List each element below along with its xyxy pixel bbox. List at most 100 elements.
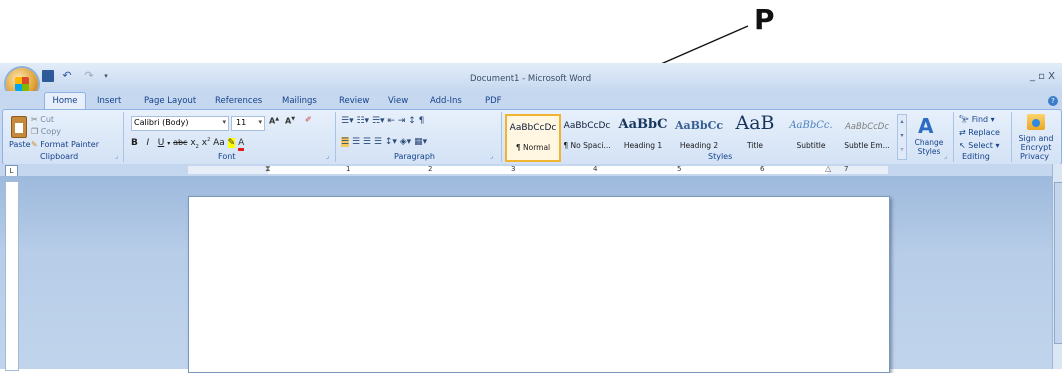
ruler-number: 5 [677,165,682,173]
numbering-icon[interactable]: ☷▾ [356,116,369,126]
vertical-scrollbar[interactable] [1052,164,1062,369]
styles-launcher-icon[interactable]: ⌟ [944,152,947,160]
change-styles-button[interactable]: A Change Styles [910,114,948,160]
styles-gallery: AaBbCcDc ¶ Normal AaBbCcDc ¶ No Spaci...… [505,112,907,162]
sort-icon[interactable]: ↕ [408,116,416,126]
shrink-font-icon[interactable]: A▼ [285,116,295,126]
style-subtitle-preview: AaBbCc. [789,120,833,131]
multilevel-list-icon[interactable]: ☴▾ [372,116,385,126]
paragraph-launcher-icon[interactable]: ⌟ [490,152,493,160]
style-title-preview: AaB [735,112,775,134]
tab-page-layout[interactable]: Page Layout [144,93,196,109]
chevron-down-icon: ▾ [258,118,262,126]
bullets-icon[interactable]: ☰▾ [341,116,354,126]
increase-indent-icon[interactable]: ⇥ [398,116,406,126]
style-heading-1-preview: AaBbC [618,117,668,132]
copy-label: Copy [40,127,62,136]
underline-icon[interactable]: U [158,138,165,148]
tab-home[interactable]: Home [44,92,86,109]
style-subtitle[interactable]: AaBbCc. Subtitle [785,114,837,158]
tab-insert[interactable]: Insert [97,93,121,109]
style-normal[interactable]: AaBbCcDc ¶ Normal [505,114,561,162]
cursor-icon: ↖ [959,141,966,150]
horizontal-ruler[interactable]: ⧗ △ 1 2 3 4 5 6 7 [188,164,888,174]
word-window: Document1 - Microsoft Word _ ▫ X ↶ ↷ ▾ H… [0,63,1062,373]
subscript-icon[interactable]: x2 [190,138,199,150]
change-case-icon[interactable]: Aa [213,138,225,148]
bold-icon[interactable]: B [131,138,138,148]
clear-formatting-icon[interactable]: ✐ [305,115,312,124]
grow-font-icon[interactable]: A▲ [269,116,279,126]
font-label: Font [218,152,236,161]
binoculars-icon: 🔭︎ [959,115,970,124]
tab-review[interactable]: Review [339,93,369,109]
replace-button[interactable]: ⇄ Replace [959,128,1000,137]
line-spacing-icon[interactable]: ↕▾ [385,137,397,147]
ruler-text-area [268,166,828,174]
paragraph-row-bottom: ☰ ☰ ☰ ☰ ↕▾ ◈▾ ▦▾ [341,137,427,147]
style-subtle-emphasis[interactable]: AaBbCcDc Subtle Em... [841,114,893,158]
style-normal-name: ¶ Normal [515,143,551,152]
pilcrow-icon[interactable]: ¶ [419,116,425,126]
find-button[interactable]: 🔭︎ Find ▾ [959,115,995,124]
font-size-select[interactable]: 11 ▾ [231,116,265,131]
align-center-icon[interactable]: ☰ [352,137,360,147]
tab-pdf[interactable]: PDF [485,93,502,109]
style-heading-1[interactable]: AaBbC Heading 1 [617,114,669,158]
superscript-icon[interactable]: x2 [202,137,211,148]
save-icon[interactable] [42,70,54,82]
italic-icon[interactable]: I [146,138,149,148]
format-painter-label: Format Painter [40,140,99,149]
window-controls[interactable]: _ ▫ X [1030,71,1055,82]
copy-button[interactable]: ❐ Copy [31,127,61,136]
tab-home-label: Home [52,96,78,106]
tab-references[interactable]: References [215,93,262,109]
style-title-name: Title [746,141,764,150]
tab-add-ins[interactable]: Add-Ins [430,93,462,109]
font-color-icon[interactable]: A [238,138,245,151]
styles-scroll[interactable]: ▴ ▾ ▿ [897,114,907,160]
shading-icon[interactable]: ◈▾ [400,137,411,147]
paste-button[interactable]: Paste [9,140,31,149]
cut-button[interactable]: ✂ Cut [31,115,54,124]
style-normal-preview: AaBbCcDc [509,123,557,133]
chevron-down-icon[interactable]: ▾ [167,140,170,147]
qat-customize-icon[interactable]: ▾ [102,70,110,82]
vertical-ruler[interactable] [5,181,19,371]
align-right-icon[interactable]: ☰ [363,137,371,147]
style-no-spacing[interactable]: AaBbCcDc ¶ No Spaci... [561,114,613,158]
tab-mailings[interactable]: Mailings [282,93,317,109]
font-launcher-icon[interactable]: ⌟ [326,152,329,160]
format-painter-button[interactable]: ✎ Format Painter [31,140,99,149]
style-subtle-emphasis-name: Subtle Em... [844,141,890,150]
ruler-indent-marker[interactable]: ⧗ [265,164,271,174]
scrollbar-thumb[interactable] [1054,182,1062,344]
font-size-value: 11 [236,118,247,127]
select-label: Select [968,141,993,150]
undo-icon[interactable]: ↶ [60,68,74,82]
change-styles-label: Change Styles [914,138,944,156]
style-title[interactable]: AaB Title [729,112,781,158]
select-button[interactable]: ↖ Select ▾ [959,141,1000,150]
help-icon[interactable]: ? [1048,96,1058,106]
redo-icon[interactable]: ↷ [82,68,96,82]
highlight-icon[interactable]: ✎ [227,138,236,148]
paste-icon[interactable] [11,116,27,138]
style-heading-2-preview: AaBbCc [674,119,724,132]
sign-encrypt-icon[interactable] [1027,114,1045,130]
decrease-indent-icon[interactable]: ⇤ [387,116,395,126]
office-logo-icon [15,77,29,91]
privacy-label: Privacy [1020,152,1049,161]
strikethrough-icon[interactable]: abc [173,138,187,147]
document-page[interactable] [188,196,890,373]
ruler-right-indent-marker[interactable]: △ [825,164,831,173]
align-left-icon[interactable]: ☰ [341,137,350,147]
tab-view[interactable]: View [388,93,408,109]
justify-icon[interactable]: ☰ [374,137,382,147]
clipboard-launcher-icon[interactable]: ⌟ [115,152,118,160]
font-name-select[interactable]: Calibri (Body) ▾ [131,116,229,131]
borders-icon[interactable]: ▦▾ [414,137,427,147]
sign-encrypt-button[interactable]: Sign and Encrypt [1014,134,1058,152]
paragraph-row-top: ☰▾ ☷▾ ☴▾ ⇤ ⇥ ↕ ¶ [341,116,424,126]
quick-access-toolbar: ↶ ↷ ▾ [42,68,122,84]
